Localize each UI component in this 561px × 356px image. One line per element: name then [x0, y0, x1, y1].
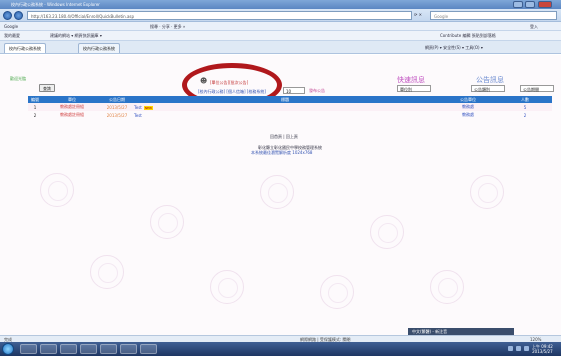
close-window-button[interactable] [538, 1, 552, 8]
post-announcement-link[interactable]: 發布公告 [309, 88, 325, 94]
windows-taskbar: 上午 09:42 2013/5/27 [0, 342, 561, 356]
col-header: 單位 [42, 96, 102, 103]
col-header: 公告單位 [438, 96, 498, 103]
row-title-cell[interactable]: Test [132, 111, 438, 119]
clock-date: 2013/5/27 [532, 349, 553, 354]
row-count: 2 [498, 111, 552, 119]
watermark-emblem [260, 175, 294, 209]
row-date: 2013/5/27 [102, 103, 132, 111]
ie-taskbar-icon[interactable] [20, 344, 37, 354]
media-taskbar-icon[interactable] [60, 344, 77, 354]
period-select[interactable]: 公告期間 [520, 85, 554, 92]
col-header: 人數 [498, 96, 552, 103]
row-date: 2013/5/27 [102, 111, 132, 119]
unit-select[interactable]: 單位別 [397, 85, 431, 92]
tab-second[interactable]: 校內行政公務系統 [78, 43, 120, 53]
table-row[interactable]: 1 教務處註冊組 2013/5/27 Test NEW 教務處 5 [28, 103, 552, 111]
google-toolbar-items[interactable]: 搜尋 · 分享 · 更多 » [150, 24, 185, 30]
explorer-taskbar-icon[interactable] [40, 344, 57, 354]
login-label: 歡迎光臨 [10, 76, 26, 81]
row-owner: 教務處 [438, 111, 498, 119]
row-title-link[interactable]: Test [134, 105, 142, 110]
back-button[interactable] [3, 11, 12, 20]
tab-bar: 校內行政公務系統 校內行政公務系統 網頁(P) ▾ 安全性(S) ▾ 工具(O)… [0, 41, 561, 54]
volume-icon[interactable] [516, 346, 521, 351]
row-number: 2 [28, 111, 42, 119]
col-header: 標題 [132, 96, 438, 103]
col-header: 編號 [28, 96, 42, 103]
row-owner: 教務處 [438, 103, 498, 111]
command-bar[interactable]: 網頁(P) ▾ 安全性(S) ▾ 工具(O) ▾ [425, 45, 483, 51]
announcement-table: 編號 單位 公告日期 標題 公告單位 人數 1 教務處註冊組 2013/5/27… [28, 96, 552, 119]
paint-taskbar-icon[interactable] [100, 344, 117, 354]
page-size-select[interactable]: 10 [283, 87, 305, 94]
address-input[interactable]: http://163.23.180.4/Official/Enroll/Quic… [27, 11, 412, 20]
google-label: Google [4, 24, 19, 29]
app-taskbar-icon[interactable] [120, 344, 137, 354]
minimize-button[interactable] [513, 1, 523, 8]
new-badge: NEW [143, 105, 153, 110]
tab-first[interactable]: 校內行政公務系統 [4, 43, 46, 53]
flag-icon[interactable] [524, 346, 529, 351]
google-toolbar: Google 搜尋 · 分享 · 更多 » 登入 [0, 22, 561, 31]
favorites-links[interactable]: 建議的網站 ▾ 網頁快訊圖庫 ▾ [50, 33, 102, 39]
announcement-title: 公告訊息 [476, 76, 504, 84]
address-bar-row: http://163.23.180.4/Official/Enroll/Quic… [0, 9, 561, 22]
row-title-cell[interactable]: Test NEW [132, 103, 438, 111]
watermark-emblem [40, 173, 74, 207]
maximize-button[interactable] [525, 1, 535, 8]
window-title: 校內行政公務系統 - Windows Internet Explorer [11, 2, 100, 7]
taskbar-clock[interactable]: 上午 09:42 2013/5/27 [532, 344, 553, 354]
table-header-row: 編號 單位 公告日期 標題 公告單位 人數 [28, 96, 552, 103]
row-title-link[interactable]: Test [134, 113, 142, 118]
status-bar: 完成 網際網路 | 受保護模式: 關閉 120% [0, 335, 561, 342]
row-count: 5 [498, 103, 552, 111]
favorites-bar: 我的最愛 建議的網站 ▾ 網頁快訊圖庫 ▾ Contribute 編輯 張貼到部… [0, 31, 561, 41]
footer-resolution-note: 本系統最佳瀏覽解析度 1024x768 [251, 150, 313, 155]
favorites-button[interactable]: 我的最愛 [4, 33, 20, 39]
app-taskbar-icon[interactable] [140, 344, 157, 354]
watermark-emblem [210, 270, 244, 304]
watermark-emblem [470, 175, 504, 209]
watermark-emblem [150, 205, 184, 239]
watermark-emblem [90, 255, 124, 289]
footer-nav-links[interactable]: 回首頁 | 回上頁 [270, 134, 298, 140]
browser-search-input[interactable]: Google [430, 11, 557, 20]
col-header: 公告日期 [102, 96, 132, 103]
category-select[interactable]: 公告類別 [471, 85, 505, 92]
row-unit: 教務處註冊組 [42, 111, 102, 119]
quick-message-title: 快速訊息 [397, 76, 425, 84]
folder-taskbar-icon[interactable] [80, 344, 97, 354]
window-titlebar: 校內行政公務系統 - Windows Internet Explorer [0, 0, 561, 9]
contribute-tools[interactable]: Contribute 編輯 張貼到部落格 [440, 33, 496, 39]
table-row[interactable]: 2 教務處註冊組 2013/5/27 Test 教務處 2 [28, 111, 552, 119]
watermark-emblem [430, 270, 464, 304]
network-icon[interactable] [508, 346, 513, 351]
watermark-emblem [370, 215, 404, 249]
forward-button[interactable] [14, 11, 23, 20]
search-button[interactable]: 查詢 [39, 84, 55, 92]
row-unit: 教務處註冊組 [42, 103, 102, 111]
page-content: 歡迎光臨 查詢 ☻ [單位公告][批次公告] [校內行政公務] [個人信箱] [… [0, 55, 561, 335]
signin-link[interactable]: 登入 [530, 24, 538, 30]
row-number: 1 [28, 103, 42, 111]
refresh-icon[interactable]: ⟳ ✕ [414, 12, 422, 17]
start-button[interactable] [2, 343, 14, 355]
watermark-emblem [320, 275, 354, 309]
